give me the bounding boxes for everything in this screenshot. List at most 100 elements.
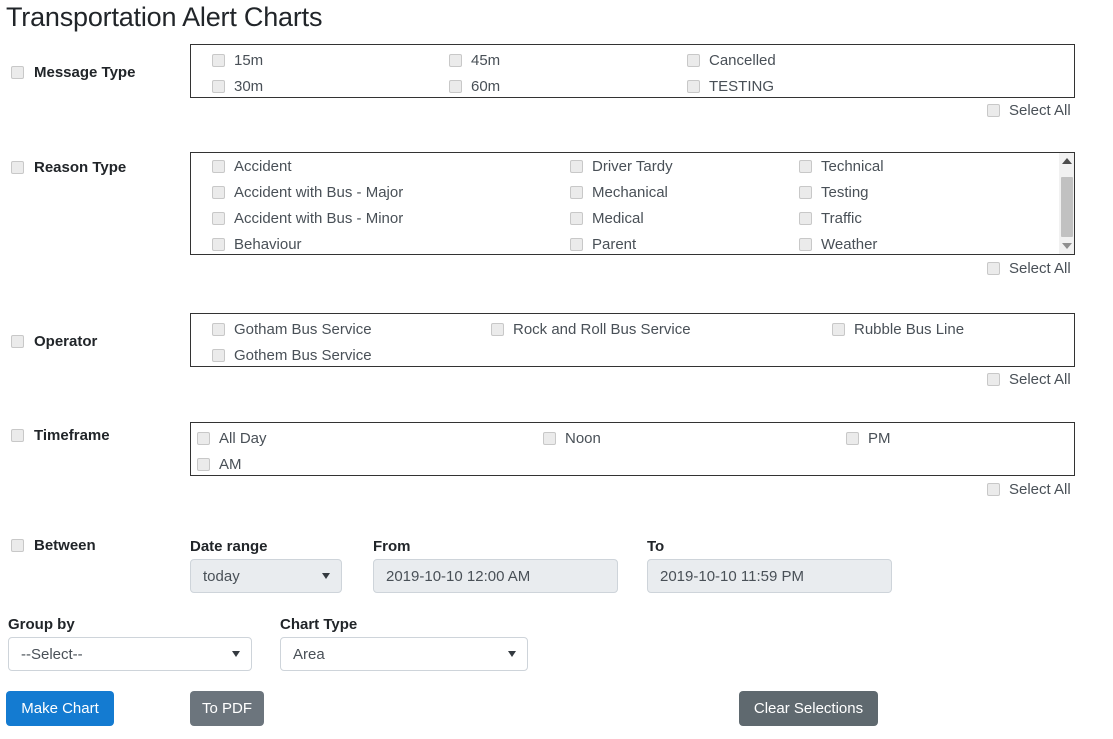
select-all-timeframe[interactable]: Select All <box>987 481 1071 498</box>
option-medical[interactable]: Medical <box>570 210 644 227</box>
option-all-day-checkbox[interactable] <box>197 432 210 445</box>
select-all-reason-type-label: Select All <box>1009 260 1071 277</box>
option-medical-checkbox[interactable] <box>570 212 583 225</box>
option-rubble-bus-line-checkbox[interactable] <box>832 323 845 336</box>
option-driver-tardy-label: Driver Tardy <box>592 158 673 175</box>
option-15m-checkbox[interactable] <box>212 54 225 67</box>
timeframe-checkbox[interactable] <box>11 429 24 442</box>
option-behaviour[interactable]: Behaviour <box>212 236 302 253</box>
option-traffic-checkbox[interactable] <box>799 212 812 225</box>
option-accident-bus-major-checkbox[interactable] <box>212 186 225 199</box>
scrollbar-thumb[interactable] <box>1061 177 1073 237</box>
chevron-down-icon <box>232 651 240 657</box>
to-value: 2019-10-10 11:59 PM <box>660 568 804 585</box>
clear-selections-button[interactable]: Clear Selections <box>739 691 878 726</box>
option-cancelled[interactable]: Cancelled <box>687 52 776 69</box>
option-am-checkbox[interactable] <box>197 458 210 471</box>
transportation-alert-charts-page: Transportation Alert Charts Message Type… <box>0 0 1113 739</box>
option-gothem-bus-service[interactable]: Gothem Bus Service <box>212 347 372 364</box>
option-rubble-bus-line[interactable]: Rubble Bus Line <box>832 321 964 338</box>
option-driver-tardy-checkbox[interactable] <box>570 160 583 173</box>
option-testing-checkbox[interactable] <box>799 186 812 199</box>
date-range-select[interactable]: today <box>190 559 342 593</box>
between-checkbox[interactable] <box>11 539 24 552</box>
option-cancelled-checkbox[interactable] <box>687 54 700 67</box>
operator-checkbox[interactable] <box>11 335 24 348</box>
option-accident-bus-minor[interactable]: Accident with Bus - Minor <box>212 210 403 227</box>
chart-type-select[interactable]: Area <box>280 637 528 671</box>
reason-type-scrollbar[interactable] <box>1058 153 1074 254</box>
option-weather[interactable]: Weather <box>799 236 877 253</box>
option-mechanical-checkbox[interactable] <box>570 186 583 199</box>
from-input[interactable]: 2019-10-10 12:00 AM <box>373 559 618 593</box>
reason-type-checkbox[interactable] <box>11 161 24 174</box>
option-gotham-bus-service[interactable]: Gotham Bus Service <box>212 321 372 338</box>
option-30m-checkbox[interactable] <box>212 80 225 93</box>
operator-label-text: Operator <box>34 333 97 350</box>
select-all-operator-checkbox[interactable] <box>987 373 1000 386</box>
chart-type-value: Area <box>293 646 325 663</box>
option-accident[interactable]: Accident <box>212 158 292 175</box>
filter-label-timeframe[interactable]: Timeframe <box>11 427 110 444</box>
option-testing-msg-label: TESTING <box>709 78 774 95</box>
option-weather-checkbox[interactable] <box>799 238 812 251</box>
select-all-timeframe-checkbox[interactable] <box>987 483 1000 496</box>
option-rock-and-roll-bus-service[interactable]: Rock and Roll Bus Service <box>491 321 691 338</box>
option-gothem-bus-service-label: Gothem Bus Service <box>234 347 372 364</box>
option-am[interactable]: AM <box>197 456 242 473</box>
option-traffic[interactable]: Traffic <box>799 210 862 227</box>
option-noon-label: Noon <box>565 430 601 447</box>
select-all-reason-type-checkbox[interactable] <box>987 262 1000 275</box>
option-technical-checkbox[interactable] <box>799 160 812 173</box>
option-mechanical[interactable]: Mechanical <box>570 184 668 201</box>
option-all-day[interactable]: All Day <box>197 430 267 447</box>
select-all-message-type[interactable]: Select All <box>987 102 1071 119</box>
to-pdf-button[interactable]: To PDF <box>190 691 264 726</box>
option-medical-label: Medical <box>592 210 644 227</box>
option-noon[interactable]: Noon <box>543 430 601 447</box>
select-all-operator[interactable]: Select All <box>987 371 1071 388</box>
scroll-down-arrow-icon[interactable] <box>1059 238 1075 254</box>
option-45m[interactable]: 45m <box>449 52 500 69</box>
option-15m[interactable]: 15m <box>212 52 263 69</box>
from-value: 2019-10-10 12:00 AM <box>386 568 530 585</box>
make-chart-button[interactable]: Make Chart <box>6 691 114 726</box>
option-behaviour-checkbox[interactable] <box>212 238 225 251</box>
option-technical[interactable]: Technical <box>799 158 884 175</box>
filter-label-between[interactable]: Between <box>11 537 96 554</box>
select-all-message-type-checkbox[interactable] <box>987 104 1000 117</box>
option-parent-checkbox[interactable] <box>570 238 583 251</box>
option-gothem-bus-service-checkbox[interactable] <box>212 349 225 362</box>
chevron-down-icon <box>508 651 516 657</box>
option-rock-and-roll-bus-service-checkbox[interactable] <box>491 323 504 336</box>
option-driver-tardy[interactable]: Driver Tardy <box>570 158 673 175</box>
message-type-checkbox[interactable] <box>11 66 24 79</box>
message-type-options-box: 15m 30m 45m 60m Cancelled TESTING <box>190 44 1075 98</box>
option-behaviour-label: Behaviour <box>234 236 302 253</box>
to-input[interactable]: 2019-10-10 11:59 PM <box>647 559 892 593</box>
filter-label-reason-type[interactable]: Reason Type <box>11 159 126 176</box>
option-accident-checkbox[interactable] <box>212 160 225 173</box>
option-45m-checkbox[interactable] <box>449 54 462 67</box>
option-testing-msg-checkbox[interactable] <box>687 80 700 93</box>
option-parent[interactable]: Parent <box>570 236 636 253</box>
option-accident-bus-minor-checkbox[interactable] <box>212 212 225 225</box>
select-all-reason-type[interactable]: Select All <box>987 260 1071 277</box>
filter-label-operator[interactable]: Operator <box>11 333 97 350</box>
group-by-select[interactable]: --Select-- <box>8 637 252 671</box>
date-range-value: today <box>203 568 240 585</box>
from-label: From <box>373 538 411 555</box>
timeframe-label-text: Timeframe <box>34 427 110 444</box>
option-pm[interactable]: PM <box>846 430 891 447</box>
scroll-up-arrow-icon[interactable] <box>1059 153 1075 169</box>
option-30m[interactable]: 30m <box>212 78 263 95</box>
option-60m-checkbox[interactable] <box>449 80 462 93</box>
option-testing[interactable]: Testing <box>799 184 869 201</box>
option-noon-checkbox[interactable] <box>543 432 556 445</box>
option-60m[interactable]: 60m <box>449 78 500 95</box>
option-testing-msg[interactable]: TESTING <box>687 78 774 95</box>
option-pm-checkbox[interactable] <box>846 432 859 445</box>
option-gotham-bus-service-checkbox[interactable] <box>212 323 225 336</box>
filter-label-message-type[interactable]: Message Type <box>11 64 135 81</box>
option-accident-bus-major[interactable]: Accident with Bus - Major <box>212 184 403 201</box>
